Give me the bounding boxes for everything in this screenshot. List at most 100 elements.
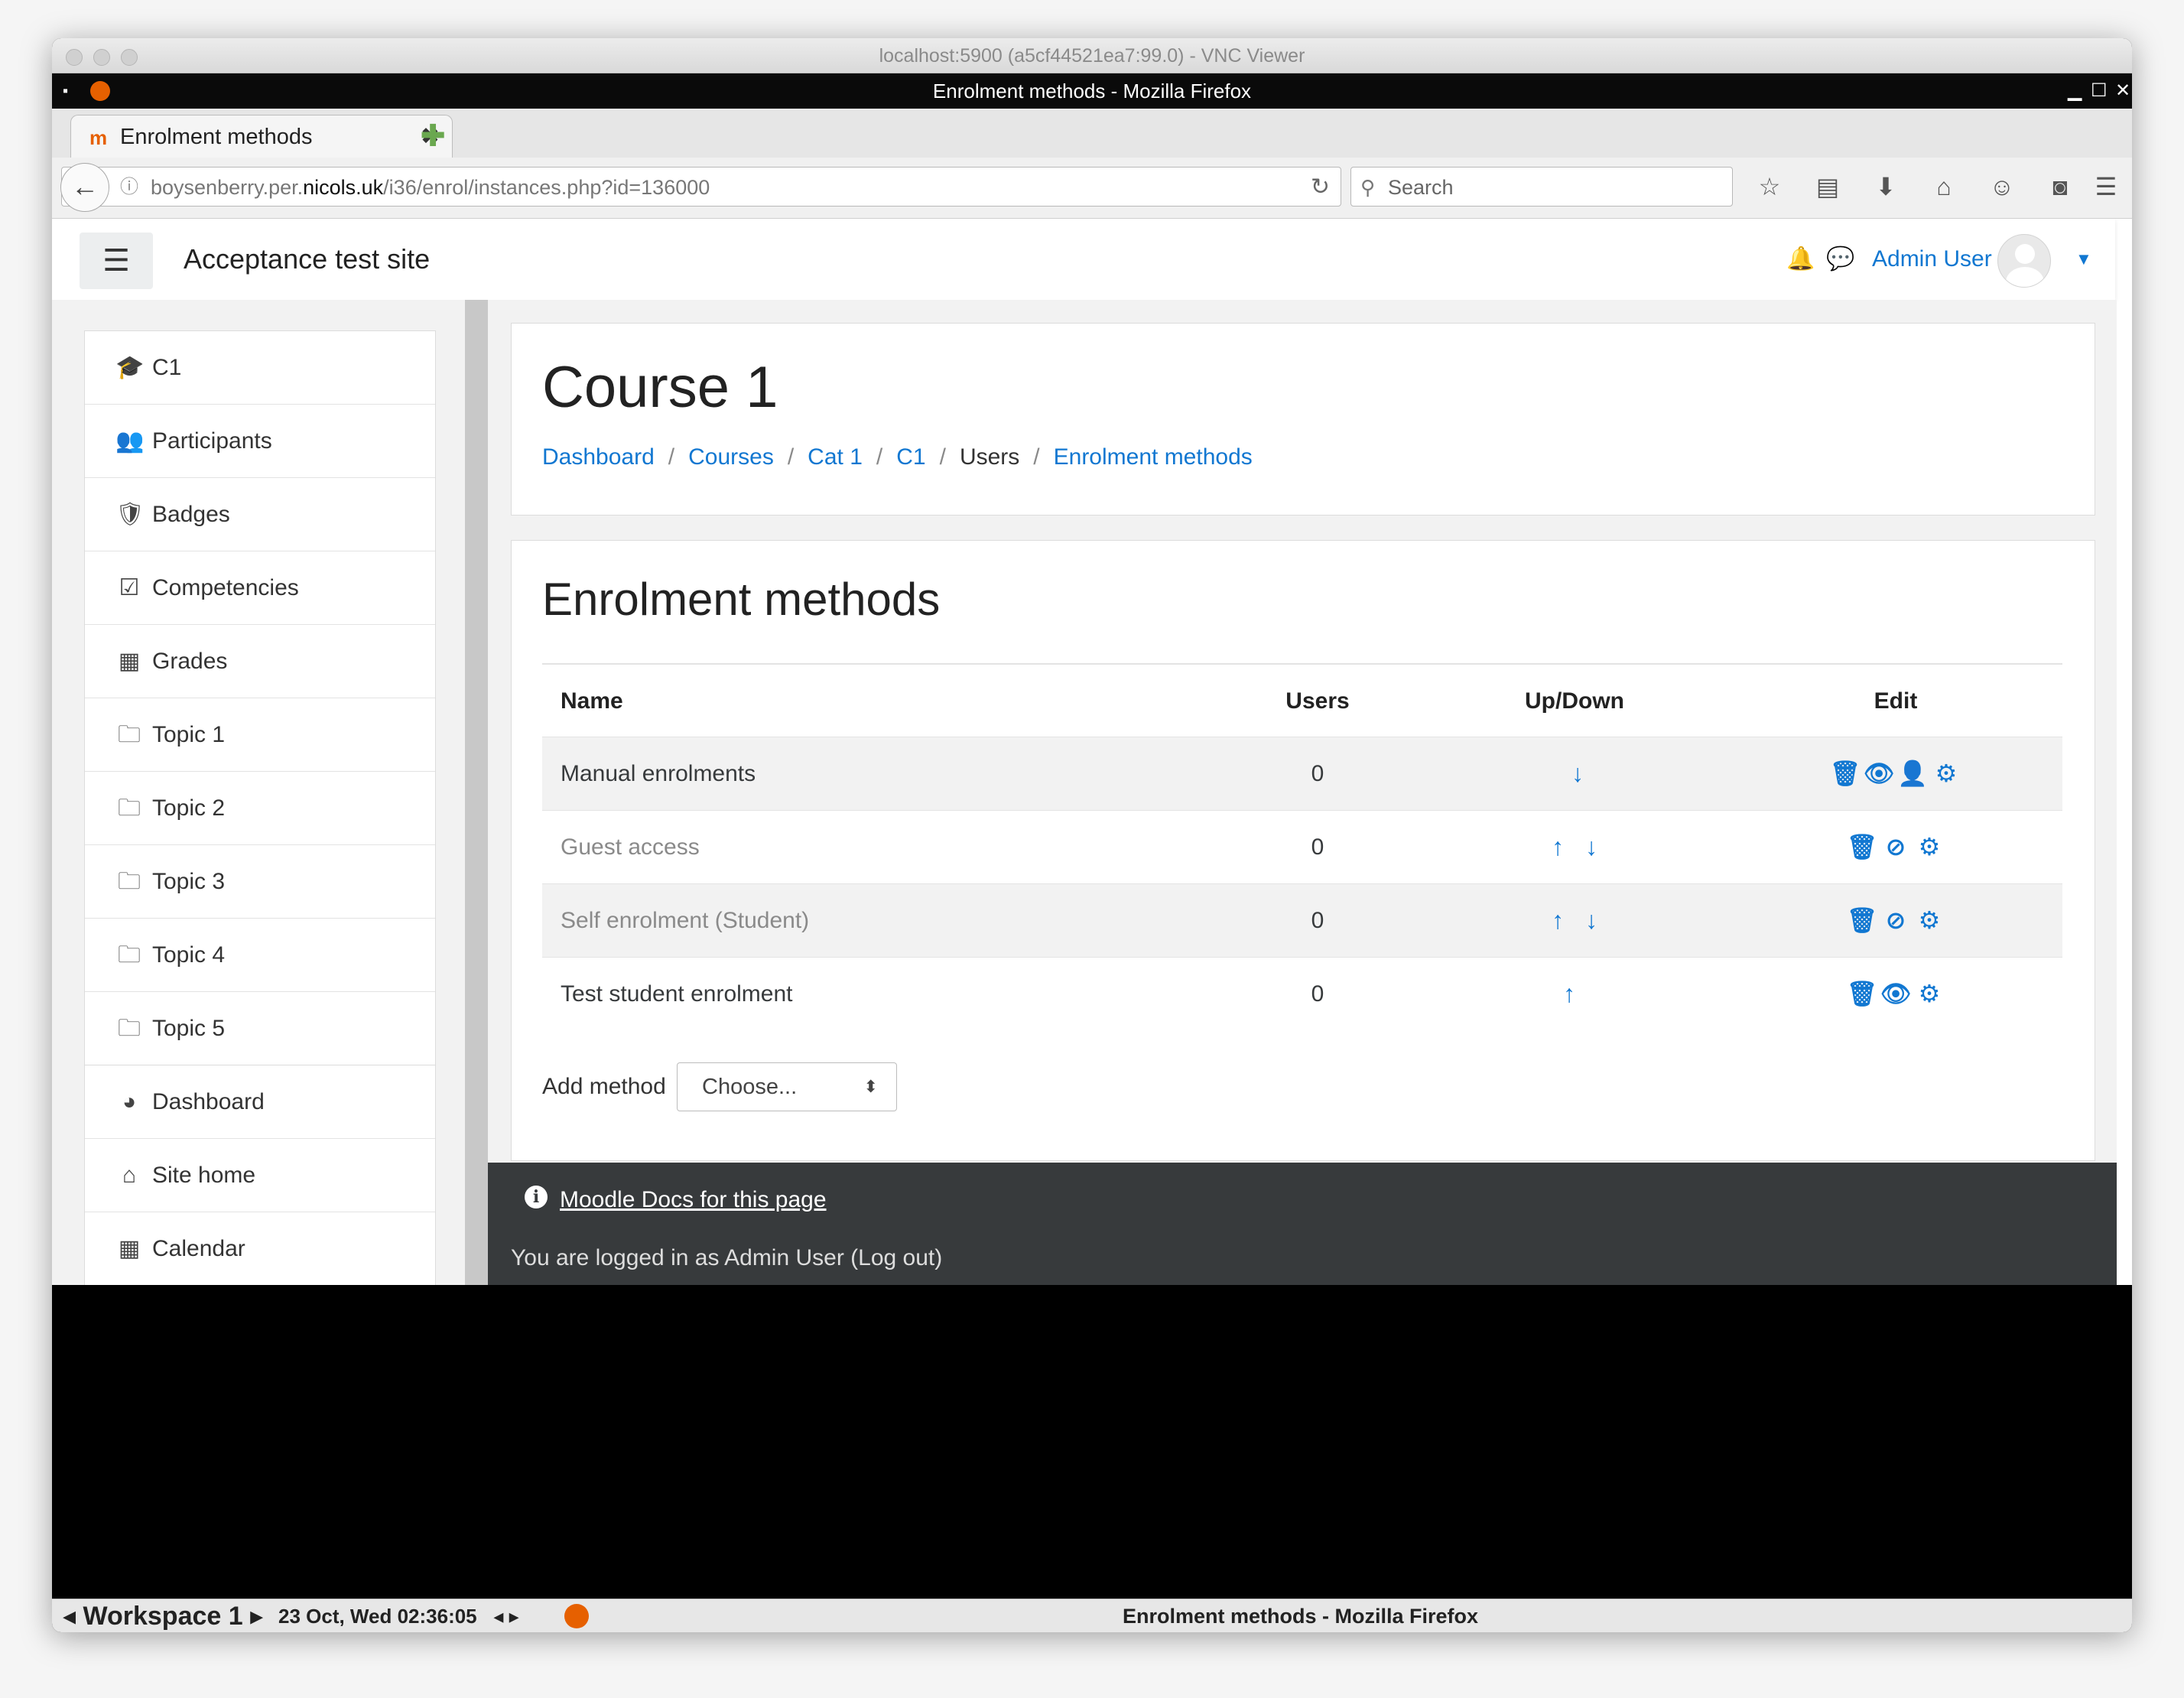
sidebar-item-topic-2[interactable]: 🗀 Topic 2 <box>85 772 435 845</box>
url-text[interactable]: boysenberry.per.nicols.uk/i36/enrol/inst… <box>151 168 710 207</box>
move-down-icon[interactable]: ↓ <box>1575 811 1608 883</box>
back-arrow-icon[interactable]: ← <box>60 163 109 212</box>
page-header-card: Course 1 Dashboard / Courses / Cat 1 / C1 / User… <box>511 323 2095 516</box>
search-placeholder: Search <box>1388 176 1454 199</box>
table-row: Guest access 0 ↑ ↓ 🗑 ⊘ ⚙ <box>542 810 2062 883</box>
drawer-toggle-button[interactable]: ☰ <box>80 233 153 289</box>
reading-list-icon[interactable]: ▤ <box>1806 167 1849 207</box>
firefox-taskbar-icon[interactable] <box>564 1604 589 1628</box>
delete-icon[interactable]: 🗑 <box>1845 884 1879 957</box>
gear-icon[interactable]: ⚙ <box>1913 958 1946 1030</box>
breadcrumb-enrolment-methods[interactable]: Enrolment methods <box>1054 444 1253 470</box>
sidebar-item-label: Topic 3 <box>152 869 226 894</box>
sidebar-item-label: C1 <box>152 355 182 380</box>
calendar-icon: ▦ <box>118 1236 141 1261</box>
drawer-scrollbar[interactable] <box>465 300 488 1285</box>
gear-icon[interactable]: ⚙ <box>1913 884 1946 957</box>
menu-icon[interactable]: ☰ <box>2085 167 2127 207</box>
pocket-icon[interactable]: ◙ <box>2039 167 2082 207</box>
firefox-window-title: Enrolment methods - Mozilla Firefox <box>932 80 1252 102</box>
page-title: Course 1 <box>542 355 778 420</box>
moodle-docs-link[interactable]: Moodle Docs for this page <box>560 1187 827 1213</box>
sidebar-item-calendar[interactable]: ▦ Calendar <box>85 1212 435 1285</box>
delete-icon[interactable]: 🗑 <box>1828 737 1862 810</box>
breadcrumb-courses[interactable]: Courses <box>688 444 774 470</box>
move-up-icon[interactable]: ↑ <box>1541 811 1575 883</box>
sidebar-item-grades[interactable]: ▦ Grades <box>85 625 435 698</box>
url-bar[interactable]: ← ⓘ boysenberry.per.nicols.uk/i36/enrol/… <box>60 163 1341 212</box>
eye-icon[interactable]: 👁 <box>1862 737 1896 810</box>
downloads-icon[interactable]: ⬇ <box>1864 167 1907 207</box>
moodle-page: ☰ Acceptance test site 🔔 💬 Admin User ▼ … <box>52 219 2132 1285</box>
method-users: 0 <box>1311 761 1324 786</box>
sidebar-item-dashboard[interactable]: ◕ Dashboard <box>85 1065 435 1139</box>
close-icon[interactable]: ✕ <box>2115 73 2130 109</box>
delete-icon[interactable]: 🗑 <box>1845 958 1879 1030</box>
move-down-icon[interactable]: ↓ <box>1561 737 1594 810</box>
sidebar-item-label: Site home <box>152 1163 256 1188</box>
home-icon[interactable]: ⌂ <box>1922 167 1965 207</box>
info-circle-icon: i <box>525 1186 548 1208</box>
add-method-select[interactable]: Choose... ⬍ <box>677 1062 897 1111</box>
firefox-titlebar: ▪ Enrolment methods - Mozilla Firefox ▁ … <box>52 73 2132 109</box>
method-name: Test student enrolment <box>561 981 793 1007</box>
folder-icon: 🗀 <box>118 869 141 894</box>
sidebar-item-badges[interactable]: 🛡 Badges <box>85 478 435 551</box>
sidebar-item-topic-4[interactable]: 🗀 Topic 4 <box>85 919 435 992</box>
breadcrumb-dashboard[interactable]: Dashboard <box>542 444 655 470</box>
user-menu-caret-icon[interactable]: ▼ <box>2075 219 2092 300</box>
sidebar-item-label: Topic 4 <box>152 942 226 968</box>
nav-group-course: 🎓 C1 👥 Participants 🛡 Badges ☑ Competencies ▦ Gra… <box>84 330 436 1065</box>
nav-group-site: ◕ Dashboard ⌂ Site home ▦ Calendar <box>84 1065 436 1285</box>
sidebar-item-label: Topic 2 <box>152 795 226 821</box>
eye-slash-icon[interactable]: ⊘ <box>1879 811 1913 883</box>
avatar[interactable] <box>1997 234 2051 288</box>
eye-icon[interactable]: 👁 <box>1879 958 1913 1030</box>
sidebar-item-site-home[interactable]: ⌂ Site home <box>85 1139 435 1212</box>
sidebar-item-competencies[interactable]: ☑ Competencies <box>85 551 435 625</box>
maximize-icon[interactable]: ☐ <box>2091 73 2108 109</box>
taskbar-window-title[interactable]: Enrolment methods - Mozilla Firefox <box>1123 1599 1478 1632</box>
site-name[interactable]: Acceptance test site <box>184 219 430 300</box>
method-name: Guest access <box>561 834 700 860</box>
sidebar-item-c1[interactable]: 🎓 C1 <box>85 331 435 405</box>
sidebar-item-topic-1[interactable]: 🗀 Topic 1 <box>85 698 435 772</box>
graduation-cap-icon: 🎓 <box>115 355 145 380</box>
breadcrumb-cat1[interactable]: Cat 1 <box>808 444 863 470</box>
sidebar-item-label: Topic 1 <box>152 722 226 747</box>
bell-icon[interactable]: 🔔 <box>1786 219 1815 300</box>
search-input[interactable]: ⚲ Search <box>1350 167 1733 207</box>
breadcrumb-separator: / <box>787 444 795 470</box>
gear-icon[interactable]: ⚙ <box>1929 737 1963 810</box>
minimize-icon[interactable]: ▁ <box>2068 73 2082 109</box>
messages-icon[interactable]: 💬 <box>1826 219 1854 300</box>
chat-icon[interactable]: ☺ <box>1981 167 2023 207</box>
vnc-viewer-window: localhost:5900 (a5cf44521ea7:99.0) - VNC… <box>52 38 2132 1632</box>
new-tab-icon[interactable]: ✚ <box>410 115 456 158</box>
table-icon: ▦ <box>118 649 141 674</box>
page-footer: i Moodle Docs for this page You are logg… <box>488 1163 2117 1285</box>
reload-icon[interactable]: ↻ <box>1311 168 1330 207</box>
sidebar-item-topic-3[interactable]: 🗀 Topic 3 <box>85 845 435 919</box>
move-up-icon[interactable]: ↑ <box>1552 958 1586 1030</box>
browser-tab[interactable]: m Enrolment methods ✖ <box>70 115 453 158</box>
user-menu-name[interactable]: Admin User <box>1872 219 1992 300</box>
tab-label: Enrolment methods <box>120 125 313 149</box>
home-icon: ⌂ <box>122 1163 137 1188</box>
sidebar-item-topic-5[interactable]: 🗀 Topic 5 <box>85 992 435 1065</box>
workspace-switcher[interactable]: ◂ Workspace 1 ▸ <box>63 1599 263 1632</box>
eye-slash-icon[interactable]: ⊘ <box>1879 884 1913 957</box>
move-up-icon[interactable]: ↑ <box>1541 884 1575 957</box>
breadcrumb-c1[interactable]: C1 <box>896 444 925 470</box>
info-icon[interactable]: ⓘ <box>120 168 138 207</box>
enrol-users-icon[interactable]: 👤 <box>1896 737 1929 810</box>
sidebar-item-participants[interactable]: 👥 Participants <box>85 405 435 478</box>
breadcrumb: Dashboard / Courses / Cat 1 / C1 / Users / Enrolme… <box>542 444 1253 470</box>
move-down-icon[interactable]: ↓ <box>1575 884 1608 957</box>
sidebar-item-label: Topic 5 <box>152 1016 226 1041</box>
method-users: 0 <box>1311 981 1324 1007</box>
bookmark-star-icon[interactable]: ☆ <box>1748 167 1791 207</box>
delete-icon[interactable]: 🗑 <box>1845 811 1879 883</box>
logged-in-info: You are logged in as Admin User (Log out… <box>511 1245 943 1270</box>
gear-icon[interactable]: ⚙ <box>1913 811 1946 883</box>
